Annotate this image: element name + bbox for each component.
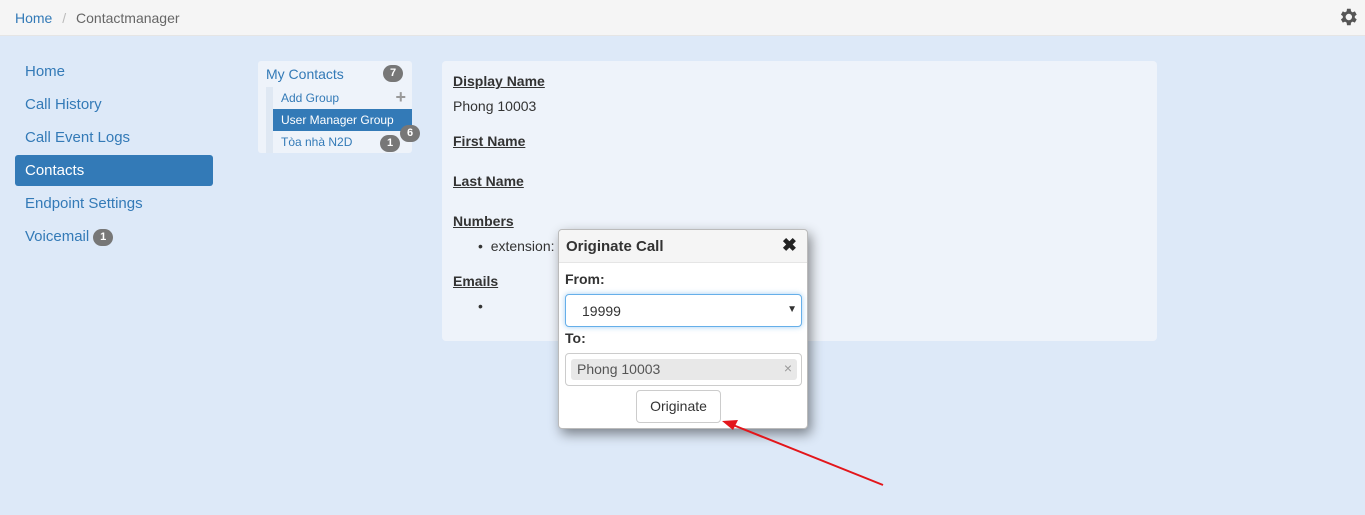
- voicemail-count-badge: 1: [93, 228, 114, 246]
- from-select[interactable]: 19999 ▼: [565, 294, 802, 327]
- number-type: extension:: [490, 238, 555, 254]
- from-select-value: 19999: [582, 303, 621, 319]
- sidebar-item-call-history[interactable]: Call History: [15, 89, 213, 120]
- last-name-label: Last Name: [453, 173, 524, 189]
- email-list-item: •: [478, 298, 483, 314]
- dialog-title: Originate Call: [566, 238, 664, 255]
- gear-icon[interactable]: [1337, 6, 1359, 28]
- breadcrumb-current: Contactmanager: [76, 10, 180, 26]
- sidebar-item-label: Contacts: [25, 162, 85, 179]
- tree-item-user-manager-group[interactable]: User Manager Group: [273, 109, 412, 131]
- sidebar-nav: Home Call History Call Event Logs Contac…: [15, 56, 213, 254]
- emails-label: Emails: [453, 273, 499, 289]
- display-name-value: Phong 10003: [453, 98, 537, 114]
- add-group-button[interactable]: Add Group +: [273, 87, 412, 109]
- breadcrumb-separator: /: [62, 10, 67, 26]
- sidebar-item-contacts[interactable]: Contacts: [15, 155, 213, 186]
- to-recipient-input[interactable]: Phong 10003 ×: [565, 353, 802, 386]
- toa-nha-count-badge: 1: [380, 135, 400, 152]
- sidebar-item-label: Home: [25, 63, 66, 80]
- originate-button[interactable]: Originate: [636, 390, 721, 423]
- sidebar-item-label: Call Event Logs: [25, 129, 131, 146]
- from-label: From:: [565, 271, 605, 287]
- contact-group-tree: My Contacts 7 Add Group + User Manager G…: [258, 61, 420, 153]
- remove-tag-icon[interactable]: ×: [784, 360, 792, 376]
- to-label: To:: [565, 330, 586, 346]
- my-contacts-count-badge: 7: [383, 65, 403, 82]
- recipient-tag-label: Phong 10003: [577, 361, 661, 377]
- numbers-label: Numbers: [453, 213, 514, 229]
- first-name-label: First Name: [453, 133, 526, 149]
- tree-item-toa-nha-n2d[interactable]: Tòa nhà N2D 1 6: [273, 125, 420, 153]
- add-group-label: Add Group: [281, 91, 340, 105]
- recipient-tag: Phong 10003 ×: [571, 359, 797, 380]
- display-name-label: Display Name: [453, 73, 545, 89]
- sidebar-item-label: Endpoint Settings: [25, 195, 143, 212]
- breadcrumb: Home / Contactmanager: [15, 10, 180, 26]
- sidebar-item-label: Call History: [25, 96, 102, 113]
- sidebar-item-label: Voicemail: [25, 228, 90, 245]
- top-bar: Home / Contactmanager: [0, 0, 1365, 36]
- tree-indent-guide: [266, 87, 273, 153]
- breadcrumb-home-link[interactable]: Home: [15, 10, 52, 26]
- chevron-down-icon: ▼: [787, 304, 797, 315]
- dialog-header: Originate Call ✖: [559, 230, 807, 263]
- tree-item-label: User Manager Group: [281, 113, 394, 127]
- sidebar-item-home[interactable]: Home: [15, 56, 213, 87]
- sidebar-item-voicemail[interactable]: Voicemail 1: [15, 221, 213, 252]
- sidebar-item-endpoint-settings[interactable]: Endpoint Settings: [15, 188, 213, 219]
- user-manager-group-count-badge: 6: [400, 125, 420, 142]
- number-list-item: • extension:: [478, 238, 555, 254]
- sidebar-item-call-event-logs[interactable]: Call Event Logs: [15, 122, 213, 153]
- close-icon[interactable]: ✖: [782, 235, 797, 256]
- originate-call-dialog: Originate Call ✖ From: 19999 ▼ To: Phong…: [558, 229, 808, 429]
- tree-root-my-contacts[interactable]: My Contacts: [266, 66, 344, 82]
- plus-icon[interactable]: +: [395, 87, 406, 107]
- tree-item-label: Tòa nhà N2D: [281, 135, 353, 149]
